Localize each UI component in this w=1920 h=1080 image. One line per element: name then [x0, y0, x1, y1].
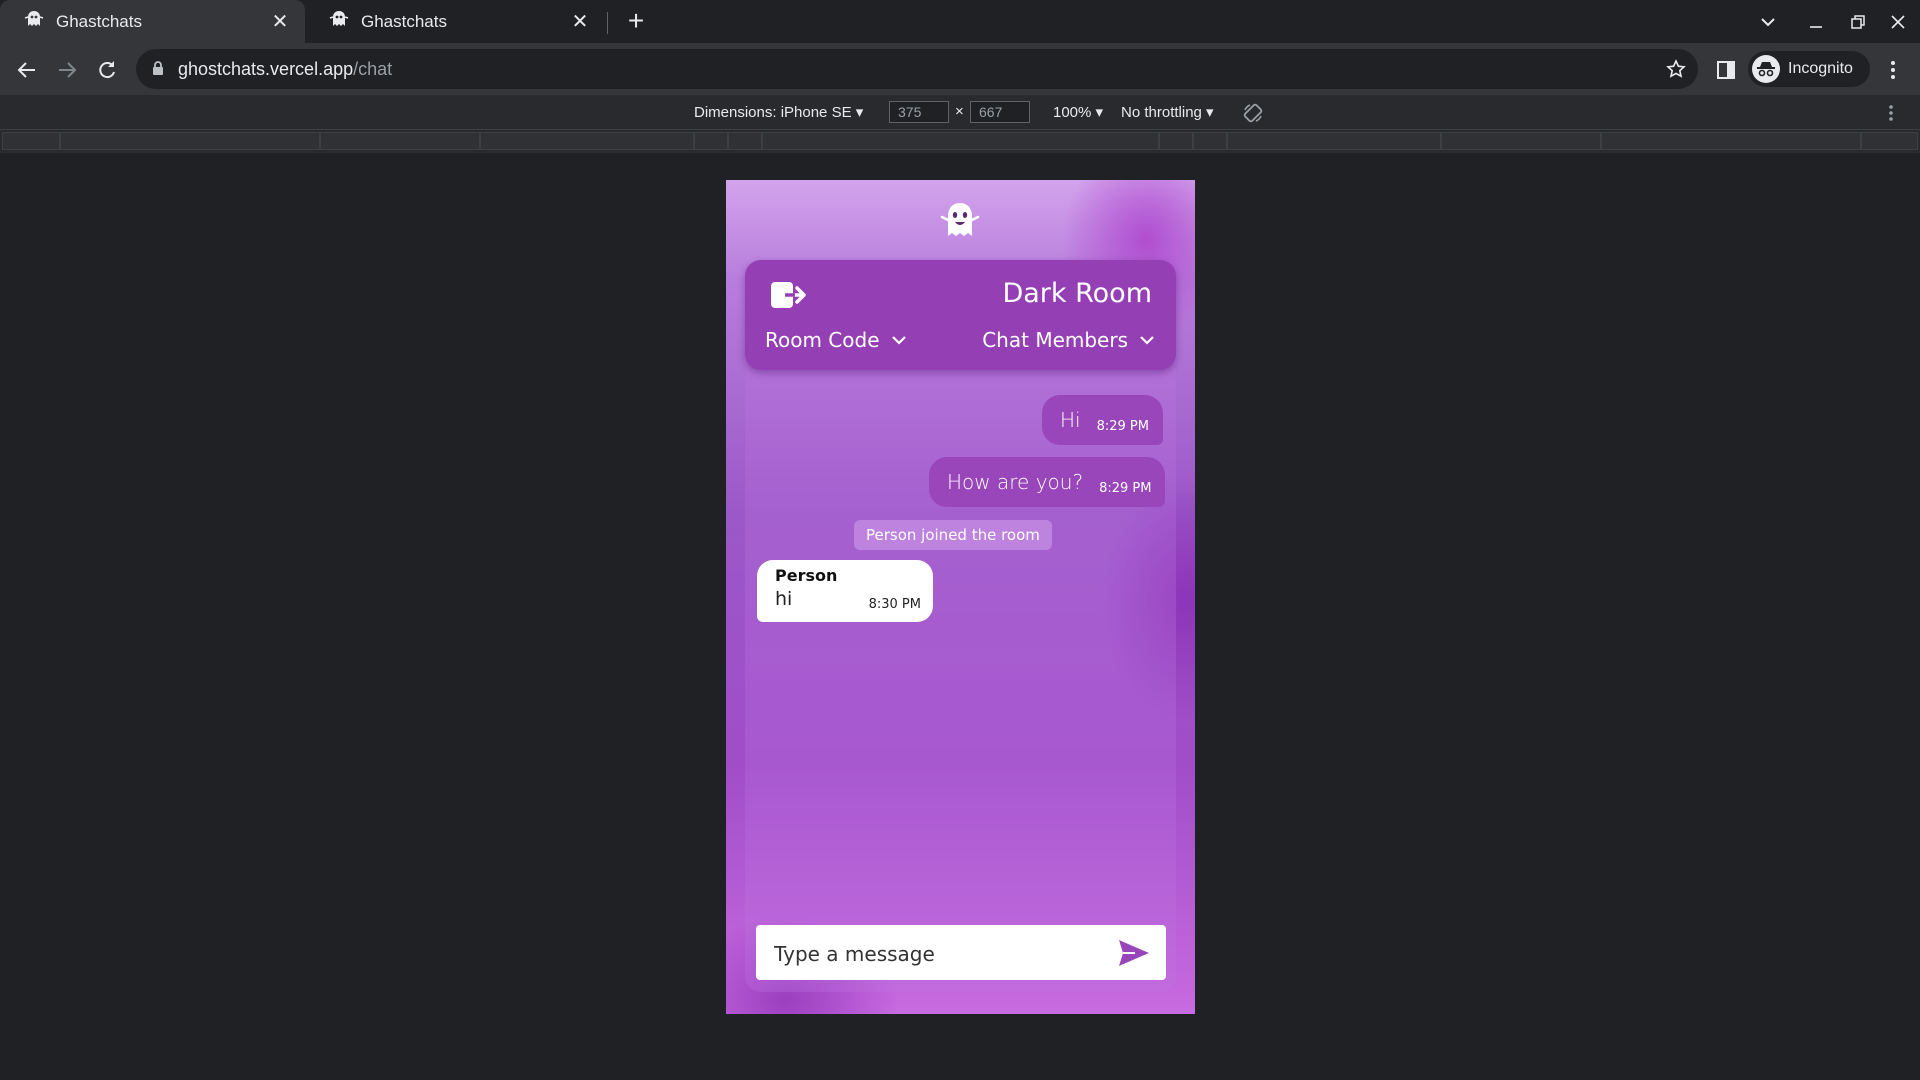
ruler-segment[interactable] [60, 132, 320, 150]
device-select[interactable]: Dimensions: iPhone SE ▾ [694, 103, 863, 121]
ruler-segment[interactable] [2, 132, 60, 150]
tab-inactive[interactable]: Ghastchats ✕ [305, 0, 605, 43]
tab-search-chevron-icon[interactable] [1752, 6, 1784, 38]
message-text: How are you? [947, 470, 1084, 494]
my-message-bubble: How are you? 8:29 PM [929, 457, 1166, 507]
incognito-icon [1752, 55, 1780, 83]
device-viewport: Dark Room Room Code Chat Members Hi 8:29… [726, 180, 1195, 1014]
forward-arrow-icon[interactable] [52, 55, 82, 85]
address-bar[interactable]: ghostchats.vercel.app/chat [136, 49, 1698, 89]
message-sender: Person [775, 566, 838, 585]
media-query-ruler [0, 130, 1920, 153]
minimize-icon[interactable] [1800, 6, 1832, 38]
zoom-select[interactable]: 100% ▾ [1053, 103, 1103, 121]
url-path: /chat [353, 59, 393, 79]
ghost-favicon-icon [24, 9, 44, 34]
bookmark-star-icon[interactable] [1666, 59, 1686, 84]
ruler-segment[interactable] [1227, 132, 1441, 150]
ruler-segment[interactable] [1441, 132, 1601, 150]
chat-members-label: Chat Members [982, 328, 1128, 352]
room-title: Dark Room [1002, 278, 1152, 309]
close-icon[interactable]: ✕ [569, 11, 591, 33]
lock-icon[interactable] [152, 61, 164, 81]
device-width-input[interactable]: 375 [889, 101, 949, 123]
browser-toolbar: ghostchats.vercel.app/chat Incognito [0, 43, 1920, 95]
room-code-label: Room Code [765, 328, 880, 352]
chat-header: Dark Room Room Code Chat Members [745, 260, 1176, 370]
tab-title: Ghastchats [56, 11, 142, 31]
message-time: 8:29 PM [1099, 480, 1152, 496]
tab-active[interactable]: Ghastchats ✕ [0, 0, 305, 43]
device-height-input[interactable]: 667 [970, 101, 1030, 123]
device-toolbar: Dimensions: iPhone SE ▾ 375 × 667 100% ▾… [0, 95, 1920, 130]
ghost-favicon-icon [329, 9, 349, 34]
reload-icon[interactable] [92, 55, 122, 85]
ruler-segment[interactable] [1193, 132, 1227, 150]
chevron-down-icon [891, 336, 906, 345]
incognito-indicator[interactable]: Incognito [1748, 51, 1870, 87]
message-input[interactable] [756, 925, 1116, 982]
ruler-segment[interactable] [1601, 132, 1861, 150]
received-message-bubble: Person hi 8:30 PM [757, 560, 933, 622]
ruler-segment[interactable] [480, 132, 694, 150]
new-tab-plus-icon[interactable]: + [622, 7, 650, 36]
send-icon[interactable] [1118, 939, 1150, 967]
dimension-times: × [955, 103, 964, 120]
tab-separator [607, 12, 608, 34]
ruler-segment[interactable] [694, 132, 728, 150]
message-text: Hi [1060, 408, 1081, 432]
chevron-down-icon [1140, 336, 1154, 345]
throttling-select[interactable]: No throttling ▾ [1121, 103, 1214, 121]
url-text: ghostchats.vercel.app/chat [178, 59, 392, 80]
room-code-dropdown[interactable]: Room Code [765, 328, 906, 352]
ruler-segment[interactable] [762, 132, 1159, 150]
ruler-segment[interactable] [728, 132, 762, 150]
message-time: 8:30 PM [868, 597, 921, 612]
system-message: Person joined the room [854, 520, 1052, 550]
ruler-segment[interactable] [320, 132, 480, 150]
window-close-icon[interactable] [1882, 6, 1914, 38]
rotate-icon[interactable] [1242, 102, 1264, 129]
close-icon[interactable]: ✕ [269, 11, 291, 33]
message-composer [756, 925, 1166, 982]
ghost-logo-icon [940, 203, 980, 236]
exit-room-icon[interactable] [769, 278, 807, 312]
ruler-segment[interactable] [1159, 132, 1193, 150]
my-message-bubble: Hi 8:29 PM [1042, 395, 1163, 445]
device-more-icon[interactable] [1888, 104, 1894, 127]
incognito-label: Incognito [1788, 60, 1853, 77]
side-panel-icon[interactable] [1711, 55, 1741, 85]
back-arrow-icon[interactable] [12, 55, 42, 85]
tab-title: Ghastchats [361, 11, 447, 31]
url-host: ghostchats.vercel.app [178, 59, 354, 79]
restore-icon[interactable] [1842, 6, 1874, 38]
tab-strip: Ghastchats ✕ Ghastchats ✕ + [0, 0, 1920, 43]
chat-members-dropdown[interactable]: Chat Members [982, 328, 1154, 352]
ruler-segment[interactable] [1861, 132, 1918, 150]
browser-menu-icon[interactable] [1878, 55, 1908, 85]
message-time: 8:29 PM [1096, 418, 1149, 434]
